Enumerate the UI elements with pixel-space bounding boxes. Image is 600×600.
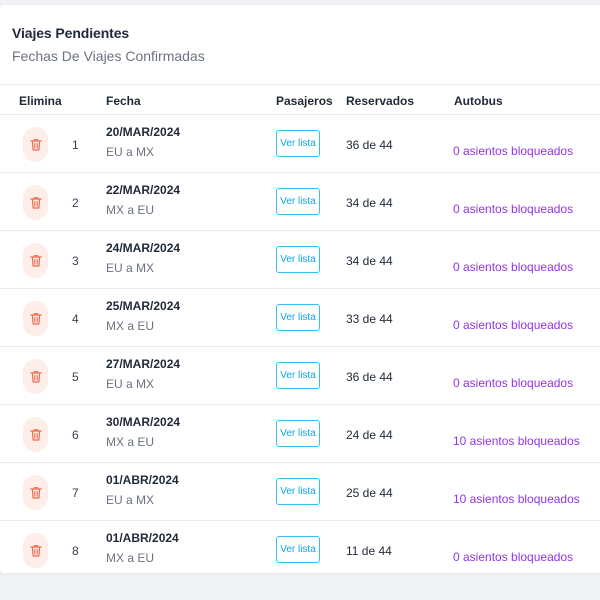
trash-icon — [29, 545, 42, 557]
delete-button[interactable] — [23, 359, 48, 394]
trash-icon — [29, 429, 42, 441]
reserved-seats: 24 de 44 — [346, 428, 393, 442]
trip-date: 30/MAR/2024 — [106, 415, 181, 429]
reserved-seats: 36 de 44 — [346, 138, 393, 152]
trash-icon — [29, 197, 42, 209]
column-header-pasajeros: Pasajeros — [276, 94, 333, 108]
row-index: 1 — [72, 138, 79, 152]
blocked-seats-link[interactable]: 0 asientos bloqueados — [453, 550, 573, 564]
table-row: 3 24/MAR/2024 EU a MX Ver lista 34 de 44… — [0, 231, 600, 289]
trash-icon — [29, 487, 42, 499]
view-passenger-list-button[interactable]: Ver lista — [276, 478, 320, 505]
trip-date: 01/ABR/2024 — [106, 473, 179, 487]
trip-date: 22/MAR/2024 — [106, 183, 181, 197]
view-passenger-list-button[interactable]: Ver lista — [276, 536, 320, 563]
view-passenger-list-button[interactable]: Ver lista — [276, 362, 320, 389]
trash-icon — [29, 371, 42, 383]
trip-route: EU a MX — [106, 377, 155, 391]
page-title: Viajes Pendientes — [12, 25, 130, 41]
trip-date: 25/MAR/2024 — [106, 299, 181, 313]
delete-button[interactable] — [23, 243, 48, 278]
trash-icon — [29, 255, 42, 267]
delete-button[interactable] — [23, 533, 48, 568]
trip-route: EU a MX — [106, 493, 155, 507]
reserved-seats: 34 de 44 — [346, 254, 393, 268]
blocked-seats-link[interactable]: 0 asientos bloqueados — [453, 260, 573, 274]
delete-button[interactable] — [23, 185, 48, 220]
column-header-elimina: Elimina — [19, 94, 62, 108]
table-row: 8 01/ABR/2024 MX a EU Ver lista 11 de 44… — [0, 521, 600, 573]
reserved-seats: 11 de 44 — [346, 544, 392, 558]
pending-trips-card: Viajes Pendientes Fechas De Viajes Confi… — [0, 5, 600, 573]
blocked-seats-link[interactable]: 10 asientos bloqueados — [453, 434, 580, 448]
table-row: 6 30/MAR/2024 MX a EU Ver lista 24 de 44… — [0, 405, 600, 463]
trip-route: MX a EU — [106, 435, 155, 449]
table-row: 2 22/MAR/2024 MX a EU Ver lista 34 de 44… — [0, 173, 600, 231]
trip-date: 20/MAR/2024 — [106, 125, 181, 139]
trip-date: 24/MAR/2024 — [106, 241, 181, 255]
row-index: 4 — [72, 312, 79, 326]
card-header: Viajes Pendientes Fechas De Viajes Confi… — [0, 5, 600, 85]
row-index: 7 — [72, 486, 79, 500]
table-header: Elimina Fecha Pasajeros Reservados Autob… — [0, 85, 600, 115]
view-passenger-list-button[interactable]: Ver lista — [276, 304, 320, 331]
view-passenger-list-button[interactable]: Ver lista — [276, 130, 320, 157]
reserved-seats: 34 de 44 — [346, 196, 393, 210]
trip-date: 27/MAR/2024 — [106, 357, 181, 371]
table-row: 7 01/ABR/2024 EU a MX Ver lista 25 de 44… — [0, 463, 600, 521]
row-index: 2 — [72, 196, 79, 210]
table-body: 1 20/MAR/2024 EU a MX Ver lista 36 de 44… — [0, 115, 600, 573]
delete-button[interactable] — [23, 127, 48, 162]
reserved-seats: 25 de 44 — [346, 486, 393, 500]
reserved-seats: 36 de 44 — [346, 370, 393, 384]
trash-icon — [29, 313, 42, 325]
blocked-seats-link[interactable]: 0 asientos bloqueados — [453, 376, 573, 390]
page-subtitle: Fechas De Viajes Confirmadas — [12, 48, 205, 64]
row-index: 3 — [72, 254, 79, 268]
column-header-fecha: Fecha — [106, 94, 141, 108]
trip-date: 01/ABR/2024 — [106, 531, 179, 545]
table-row: 4 25/MAR/2024 MX a EU Ver lista 33 de 44… — [0, 289, 600, 347]
blocked-seats-link[interactable]: 10 asientos bloqueados — [453, 492, 580, 506]
reserved-seats: 33 de 44 — [346, 312, 393, 326]
trip-route: EU a MX — [106, 145, 155, 159]
table-row: 5 27/MAR/2024 EU a MX Ver lista 36 de 44… — [0, 347, 600, 405]
table-row: 1 20/MAR/2024 EU a MX Ver lista 36 de 44… — [0, 115, 600, 173]
blocked-seats-link[interactable]: 0 asientos bloqueados — [453, 144, 573, 158]
delete-button[interactable] — [23, 301, 48, 336]
column-header-reservados: Reservados — [346, 94, 415, 108]
trip-route: EU a MX — [106, 261, 155, 275]
view-passenger-list-button[interactable]: Ver lista — [276, 188, 320, 215]
delete-button[interactable] — [23, 417, 48, 452]
column-header-autobus: Autobus — [454, 94, 503, 108]
trip-route: MX a EU — [106, 551, 155, 565]
trash-icon — [29, 139, 42, 151]
row-index: 5 — [72, 370, 79, 384]
trip-route: MX a EU — [106, 203, 155, 217]
blocked-seats-link[interactable]: 0 asientos bloqueados — [453, 202, 573, 216]
delete-button[interactable] — [23, 475, 48, 510]
view-passenger-list-button[interactable]: Ver lista — [276, 420, 320, 447]
trips-table: Elimina Fecha Pasajeros Reservados Autob… — [0, 85, 600, 573]
blocked-seats-link[interactable]: 0 asientos bloqueados — [453, 318, 573, 332]
trip-route: MX a EU — [106, 319, 155, 333]
view-passenger-list-button[interactable]: Ver lista — [276, 246, 320, 273]
row-index: 8 — [72, 544, 79, 558]
row-index: 6 — [72, 428, 79, 442]
